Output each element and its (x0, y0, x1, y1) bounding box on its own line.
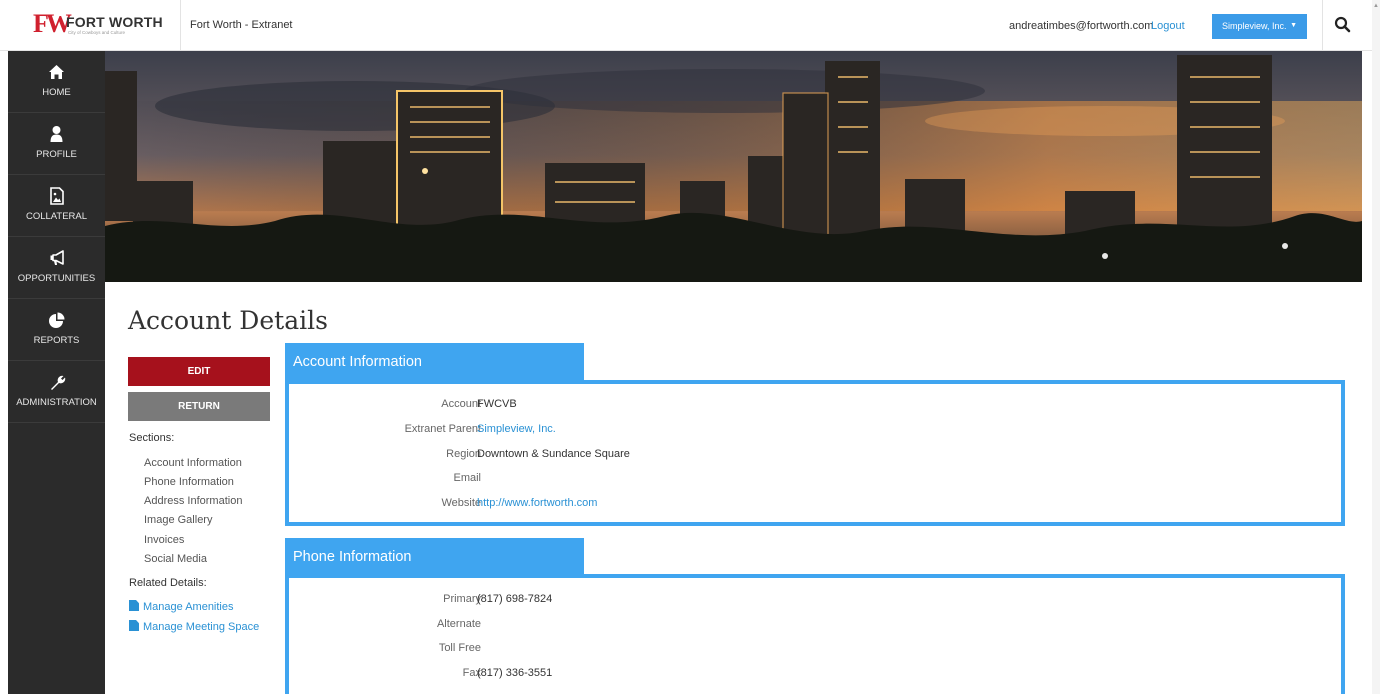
primary-phone-value: (817) 698-7824 (477, 593, 553, 605)
section-link-address-information[interactable]: Address Information (144, 495, 242, 507)
sidebar-item-label: OPPORTUNITIES (17, 273, 96, 284)
phone-information-panel (285, 574, 1345, 694)
website-label: Website (441, 497, 481, 509)
manage-amenities-link[interactable]: Manage Amenities (129, 600, 234, 613)
hero-banner-image (105, 51, 1362, 282)
page-title: Account Details (128, 306, 328, 335)
sections-heading: Sections: (129, 432, 175, 444)
site-title: Fort Worth - Extranet (190, 19, 293, 31)
phone-information-heading: Phone Information (285, 538, 584, 575)
sidebar-item-label: PROFILE (36, 149, 77, 160)
manage-meeting-space-label: Manage Meeting Space (143, 621, 260, 633)
organization-select[interactable]: Simpleview, Inc. ▼ (1212, 14, 1307, 39)
sidebar-item-collateral[interactable]: COLLATERAL (8, 175, 105, 237)
scroll-up-icon: ▲ (1373, 3, 1379, 9)
toll-free-label: Toll Free (438, 642, 481, 654)
sidebar: HOME PROFILE COLLATERAL OPPORTUNITIES RE… (8, 51, 105, 694)
email-label: Email (453, 472, 481, 484)
sidebar-item-label: COLLATERAL (25, 211, 88, 222)
document-icon (129, 620, 139, 631)
section-link-account-information[interactable]: Account Information (144, 457, 242, 469)
manage-amenities-label: Manage Amenities (143, 601, 234, 613)
extranet-parent-label: Extranet Parent (404, 423, 481, 435)
home-icon (49, 65, 64, 79)
header-divider-right (1322, 0, 1323, 50)
sidebar-item-reports[interactable]: REPORTS (8, 299, 105, 361)
search-button[interactable] (1332, 14, 1354, 36)
logo-tagline: City of Cowboys and Culture (68, 30, 126, 35)
caret-down-icon: ▼ (1290, 22, 1297, 29)
return-button[interactable]: RETURN (128, 392, 270, 421)
city-skyline-illustration (105, 51, 1362, 282)
user-email: andreatimbes@fortworth.com (1009, 20, 1154, 32)
sidebar-item-profile[interactable]: PROFILE (8, 113, 105, 175)
section-link-phone-information[interactable]: Phone Information (144, 476, 234, 488)
section-link-social-media[interactable]: Social Media (144, 553, 207, 565)
image-file-icon (50, 187, 64, 205)
section-link-invoices[interactable]: Invoices (144, 534, 184, 546)
document-icon (129, 600, 139, 611)
alternate-phone-label: Alternate (436, 618, 481, 630)
section-link-image-gallery[interactable]: Image Gallery (144, 514, 212, 526)
fax-value: (817) 336-3551 (477, 667, 553, 679)
header-divider (180, 0, 181, 50)
fort-worth-logo[interactable]: FW FORT WORTH City of Cowboys and Cultur… (33, 10, 163, 40)
edit-button[interactable]: EDIT (128, 357, 270, 386)
website-link[interactable]: http://www.fortworth.com (477, 497, 597, 509)
logo-name: FORT WORTH (66, 14, 163, 30)
organization-select-value: Simpleview, Inc. (1222, 21, 1287, 31)
sidebar-item-label: ADMINISTRATION (16, 397, 97, 408)
sidebar-item-opportunities[interactable]: OPPORTUNITIES (8, 237, 105, 299)
extranet-parent-link[interactable]: Simpleview, Inc. (477, 423, 556, 435)
logout-link[interactable]: Logout (1151, 20, 1185, 32)
sidebar-item-home[interactable]: HOME (8, 51, 105, 113)
user-icon (50, 126, 63, 142)
search-icon (1334, 16, 1351, 33)
sidebar-item-administration[interactable]: ADMINISTRATION (8, 361, 105, 423)
region-value: Downtown & Sundance Square (477, 448, 630, 460)
account-value: FWCVB (477, 398, 517, 410)
megaphone-icon (50, 250, 64, 265)
primary-phone-label: Primary (443, 593, 481, 605)
pie-chart-icon (49, 312, 65, 328)
account-information-heading: Account Information (285, 343, 584, 380)
account-label: Account (441, 398, 481, 410)
scrollbar[interactable]: ▲ (1372, 0, 1380, 694)
sidebar-item-label: REPORTS (33, 335, 80, 346)
sidebar-item-label: HOME (42, 87, 71, 98)
wrench-icon (51, 375, 66, 390)
region-label: Region (446, 448, 481, 460)
logo-mark: FW (33, 9, 72, 38)
related-details-heading: Related Details: (129, 577, 207, 589)
manage-meeting-space-link[interactable]: Manage Meeting Space (129, 620, 259, 633)
top-bar: FW FORT WORTH City of Cowboys and Cultur… (0, 0, 1380, 51)
